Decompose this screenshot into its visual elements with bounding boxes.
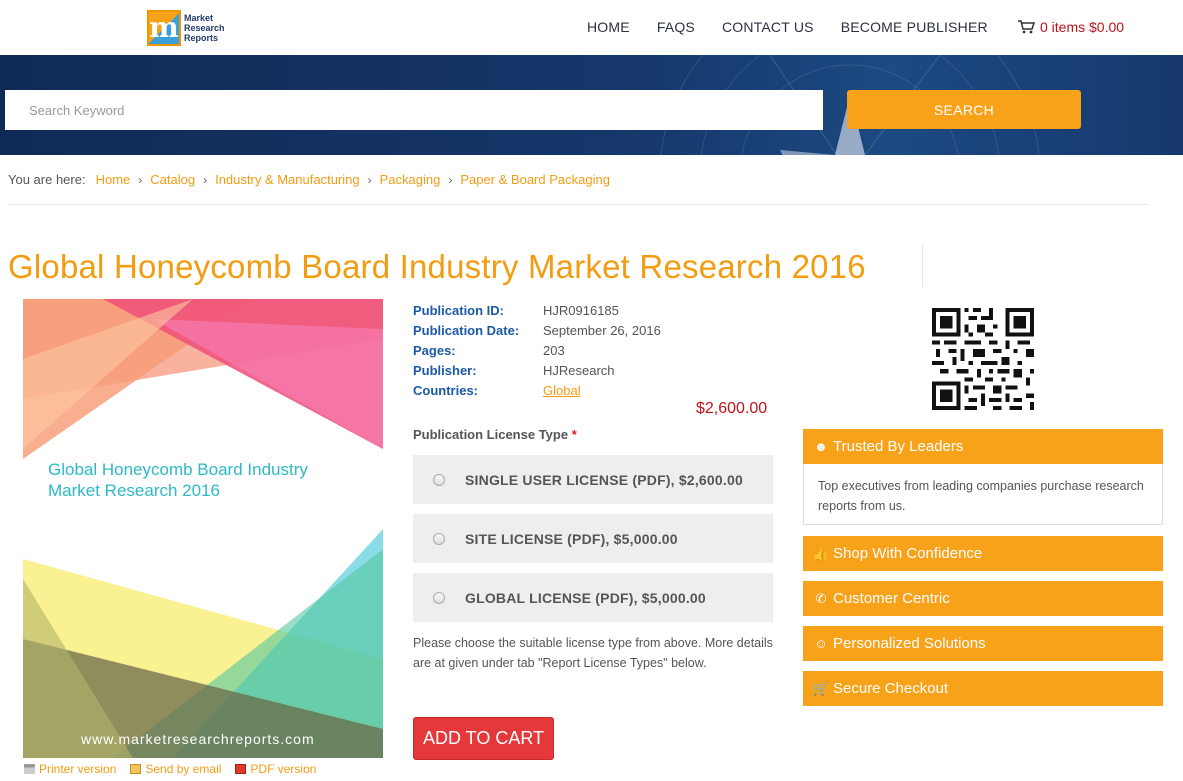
panel-trusted-body: Top executives from leading companies pu… <box>803 464 1163 525</box>
cover-url: www.marketresearchreports.com <box>81 731 315 747</box>
send-email-link[interactable]: Send by email <box>130 762 221 776</box>
breadcrumb-catalog[interactable]: Catalog <box>150 172 195 187</box>
detail-key: Countries: <box>413 382 478 398</box>
radio-button[interactable] <box>433 473 445 486</box>
breadcrumb-label: You are here: <box>8 172 86 187</box>
detail-row: Publication ID: HJR0916185 <box>413 300 661 320</box>
logo-letter: m <box>149 11 179 44</box>
cart-icon: 🛒 <box>812 680 830 696</box>
panel-shop-with-confidence[interactable]: 👍 Shop With Confidence <box>803 536 1163 571</box>
detail-key: Publication ID: <box>413 302 504 318</box>
search-button[interactable]: SEARCH <box>847 90 1081 129</box>
logo-line-3: Reports <box>184 33 219 43</box>
license-option-label: GLOBAL LICENSE (PDF), $5,000.00 <box>465 589 706 606</box>
printer-version-label: Printer version <box>39 762 117 776</box>
panel-trusted-by-leaders[interactable]: ☻ Trusted By Leaders <box>803 429 1163 464</box>
publisher: HJResearch <box>543 362 615 378</box>
license-option-global[interactable]: GLOBAL LICENSE (PDF), $5,000.00 <box>413 573 773 622</box>
price: $2,600.00 <box>696 400 768 417</box>
cover-title: Global Honeycomb Board Industry Market R… <box>48 460 308 500</box>
chevron-right-icon: › <box>448 172 453 187</box>
detail-key: Pages: <box>413 342 456 358</box>
license-option-label: SINGLE USER LICENSE (PDF), $2,600.00 <box>465 471 743 488</box>
panel-title: Secure Checkout <box>833 680 949 697</box>
breadcrumb-paper-board[interactable]: Paper & Board Packaging <box>460 172 610 187</box>
search-input[interactable] <box>5 90 823 130</box>
breadcrumb-home[interactable]: Home <box>96 172 131 187</box>
detail-row: Publication Date: September 26, 2016 <box>413 320 661 340</box>
publication-details: Publication ID: HJR0916185 Publication D… <box>413 300 661 400</box>
license-note: Please choose the suitable license type … <box>413 636 773 670</box>
license-label-text: Publication License Type <box>413 427 569 442</box>
cart-icon <box>1018 20 1035 34</box>
pdf-version-label: PDF version <box>250 762 317 776</box>
panel-title: Personalized Solutions <box>833 635 986 652</box>
pdf-icon <box>235 764 247 774</box>
printer-icon <box>24 764 35 774</box>
license-option-label: SITE LICENSE (PDF), $5,000.00 <box>465 530 678 547</box>
detail-row: Countries: Global <box>413 380 661 400</box>
nav-faqs[interactable]: FAQS <box>657 19 695 35</box>
chevron-right-icon: › <box>203 172 208 187</box>
country-link[interactable]: Global <box>543 383 581 398</box>
divider <box>8 204 1148 205</box>
detail-key: Publication Date: <box>413 322 520 338</box>
cover-artwork <box>23 299 383 758</box>
site-logo[interactable]: m Market Research Reports <box>147 9 227 47</box>
search-banner: SEARCH <box>0 55 1183 155</box>
thumbs-up-icon: 👍 <box>812 545 830 561</box>
nav-become-publisher[interactable]: BECOME PUBLISHER <box>841 19 988 35</box>
breadcrumb-packaging[interactable]: Packaging <box>380 172 441 187</box>
detail-row: Publisher: HJResearch <box>413 360 661 380</box>
license-option-single-user[interactable]: SINGLE USER LICENSE (PDF), $2,600.00 <box>413 455 773 504</box>
send-email-label: Send by email <box>145 762 222 776</box>
license-option-site[interactable]: SITE LICENSE (PDF), $5,000.00 <box>413 514 773 563</box>
license-type-label: Publication License Type * <box>413 427 577 442</box>
detail-row: Pages: 203 <box>413 340 661 360</box>
detail-key: Publisher: <box>413 362 477 378</box>
main-nav: HOME FAQS CONTACT US BECOME PUBLISHER <box>587 19 1015 35</box>
breadcrumb-industry[interactable]: Industry & Manufacturing <box>215 172 360 187</box>
printer-version-link[interactable]: Printer version <box>24 762 116 776</box>
add-to-cart-button[interactable]: ADD TO CART <box>413 717 554 760</box>
cart-link[interactable]: 0 items $0.00 <box>1018 19 1124 35</box>
report-cover-image: Global Honeycomb Board Industry Market R… <box>23 299 383 758</box>
panel-title: Shop With Confidence <box>833 545 983 562</box>
pdf-version-link[interactable]: PDF version <box>235 762 316 776</box>
report-actions: Printer version Send by email PDF versio… <box>24 762 330 776</box>
page-count: 203 <box>543 342 565 358</box>
top-header: m Market Research Reports HOME FAQS CONT… <box>0 0 1183 55</box>
logo-line-1: Market <box>184 13 214 23</box>
logo-mark: m <box>147 10 181 46</box>
panel-title: Customer Centric <box>833 590 950 607</box>
qr-code-icon <box>932 308 1034 410</box>
nav-home[interactable]: HOME <box>587 19 630 35</box>
page-title: Global Honeycomb Board Industry Market R… <box>8 248 866 285</box>
publication-id: HJR0916185 <box>543 302 619 318</box>
cart-summary: 0 items $0.00 <box>1040 19 1125 35</box>
logo-text: Market Research Reports <box>184 13 225 43</box>
required-marker: * <box>571 427 577 442</box>
radio-button[interactable] <box>433 532 445 545</box>
chevron-right-icon: › <box>138 172 143 187</box>
panel-title: Trusted By Leaders <box>833 438 964 455</box>
users-icon: ☻ <box>814 439 828 454</box>
panel-customer-centric[interactable]: ✆ Customer Centric <box>803 581 1163 616</box>
smile-icon: ☺ <box>814 636 828 651</box>
nav-contact-us[interactable]: CONTACT US <box>722 19 814 35</box>
panel-secure-checkout[interactable]: 🛒 Secure Checkout <box>803 671 1163 706</box>
title-divider <box>922 245 923 287</box>
radio-button[interactable] <box>433 591 445 604</box>
panel-personalized-solutions[interactable]: ☺ Personalized Solutions <box>803 626 1163 661</box>
publication-date: September 26, 2016 <box>543 322 661 338</box>
chevron-right-icon: › <box>367 172 372 187</box>
email-icon <box>130 764 142 774</box>
phone-icon: ✆ <box>815 590 827 606</box>
breadcrumb: You are here: Home › Catalog › Industry … <box>8 172 610 187</box>
logo-line-2: Research <box>184 23 225 33</box>
